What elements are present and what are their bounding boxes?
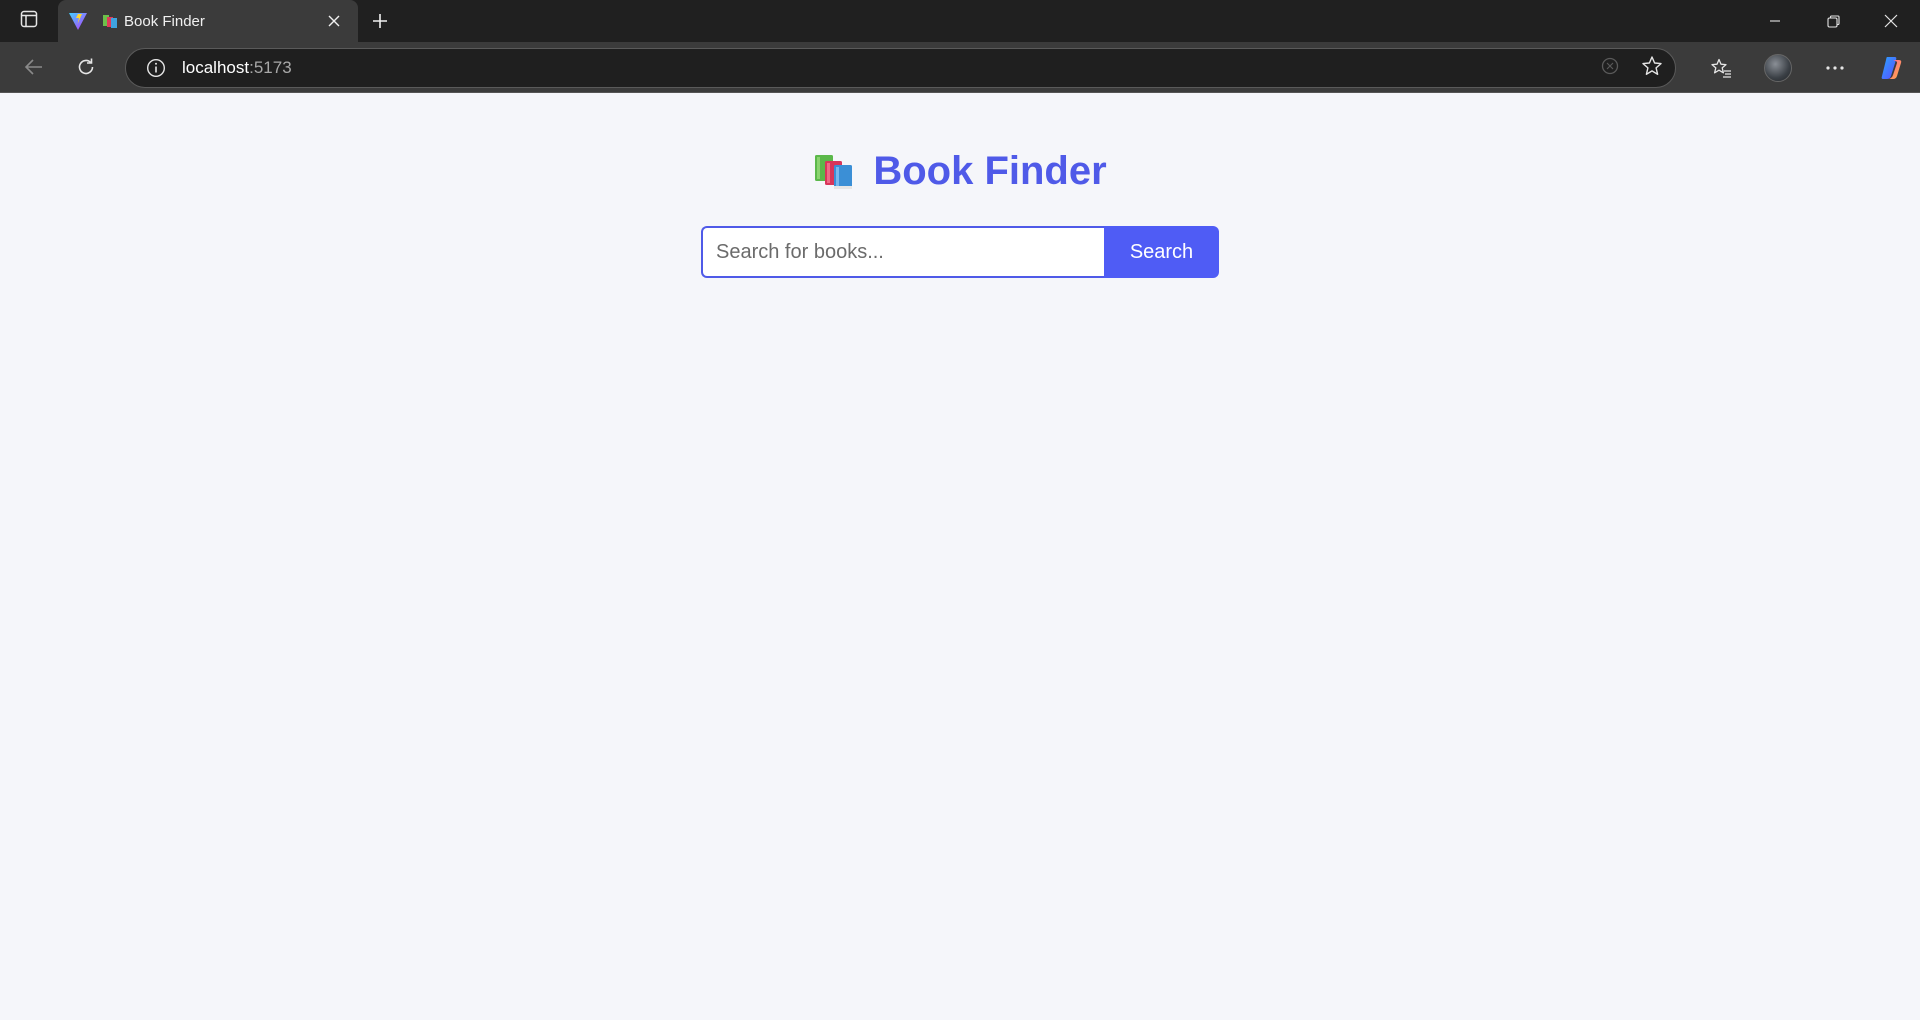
search-form: Search bbox=[701, 226, 1219, 278]
favorites-button[interactable] bbox=[1692, 48, 1749, 88]
restore-button[interactable] bbox=[1804, 0, 1862, 42]
avatar bbox=[1763, 53, 1792, 82]
page-content: Book Finder Search bbox=[0, 94, 1920, 1020]
minimize-icon bbox=[1770, 20, 1780, 22]
restore-icon bbox=[1826, 14, 1840, 28]
active-tab[interactable]: Book Finder bbox=[58, 0, 358, 42]
more-button[interactable] bbox=[1806, 48, 1863, 88]
window-controls bbox=[1746, 0, 1920, 42]
browser-toolbar: localhost:5173 bbox=[0, 42, 1920, 93]
url-host: localhost bbox=[182, 58, 250, 77]
profile-button[interactable] bbox=[1749, 48, 1806, 88]
app-available-icon[interactable] bbox=[1601, 57, 1619, 80]
toolbar-right bbox=[1692, 42, 1920, 93]
page-title: Book Finder bbox=[0, 149, 1920, 194]
back-arrow-icon bbox=[24, 59, 42, 75]
refresh-button[interactable] bbox=[64, 49, 108, 85]
books-icon bbox=[813, 153, 855, 191]
close-window-button[interactable] bbox=[1862, 0, 1920, 42]
copilot-button[interactable] bbox=[1863, 48, 1920, 88]
close-window-icon bbox=[1884, 14, 1898, 28]
tab-actions-button[interactable] bbox=[0, 0, 58, 42]
search-button[interactable]: Search bbox=[1104, 226, 1219, 278]
url-port: :5173 bbox=[249, 58, 292, 77]
refresh-icon bbox=[78, 58, 94, 75]
address-bar[interactable]: localhost:5173 bbox=[125, 48, 1676, 88]
close-tab-button[interactable] bbox=[322, 9, 346, 33]
vite-logo-icon bbox=[68, 11, 88, 31]
copilot-icon bbox=[1881, 56, 1901, 79]
search-input[interactable] bbox=[701, 226, 1104, 278]
close-icon bbox=[328, 15, 340, 27]
plus-icon bbox=[373, 14, 387, 28]
favorites-icon bbox=[1710, 58, 1731, 78]
new-tab-button[interactable] bbox=[358, 0, 402, 42]
tab-actions-icon bbox=[20, 10, 38, 33]
minimize-button[interactable] bbox=[1746, 0, 1804, 42]
star-icon[interactable] bbox=[1641, 55, 1663, 82]
browser-tabbar: Book Finder bbox=[0, 0, 1920, 42]
more-icon bbox=[1825, 65, 1844, 70]
app-title-text: Book Finder bbox=[873, 149, 1107, 193]
tab-title: Book Finder bbox=[124, 12, 205, 30]
back-button[interactable] bbox=[12, 49, 56, 85]
info-icon[interactable] bbox=[146, 58, 166, 78]
books-icon bbox=[102, 13, 118, 29]
